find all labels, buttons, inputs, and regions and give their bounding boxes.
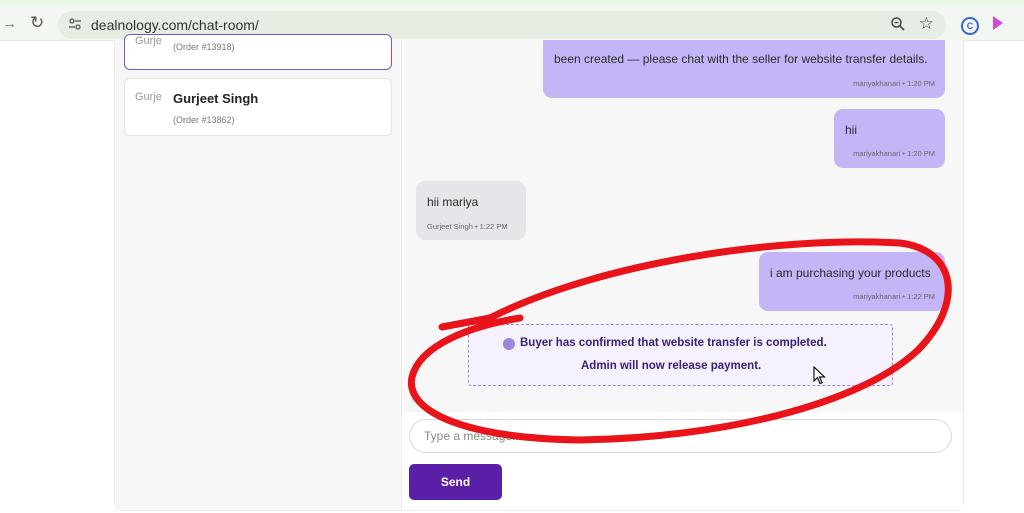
message-bubble: i am purchasing your products mariyakhan… [759, 252, 945, 311]
chat-room: Gurje (Order #13918) Gurje Gurjeet Singh… [114, 34, 964, 511]
message-meta: mariyakhanari • 1:22 PM [853, 292, 935, 301]
url-text[interactable]: dealnology.com/chat-room/ [91, 17, 259, 33]
contact-item[interactable]: Gurje (Order #13918) [124, 34, 392, 70]
contact-name: Gurjeet Singh [173, 91, 259, 106]
send-button[interactable]: Send [409, 464, 502, 500]
contact-order: (Order #13862) [173, 115, 235, 125]
message-text: hii mariya [427, 195, 479, 209]
star-icon[interactable]: ☆ [919, 14, 934, 34]
composer: Send [402, 412, 963, 510]
message-bubble: been created — please chat with the sell… [543, 40, 945, 98]
reload-icon[interactable]: ↻ [30, 13, 44, 33]
status-dot-icon [503, 338, 515, 350]
message-bubble: hii mariyakhanari • 1:20 PM [834, 109, 945, 168]
extension-icon[interactable] [993, 16, 1003, 30]
message-text: been created — please chat with the sell… [554, 52, 928, 66]
message-text: hii [845, 123, 858, 137]
message-meta: Gurjeet Singh • 1:22 PM [427, 222, 508, 231]
mouse-cursor-icon [813, 366, 826, 385]
message-input[interactable] [409, 419, 952, 453]
avatar: Gurje [135, 91, 162, 103]
forward-icon[interactable]: → [2, 15, 17, 32]
contact-item[interactable]: Gurje Gurjeet Singh (Order #13862) [124, 78, 392, 136]
notice-line-1: Buyer has confirmed that website transfe… [520, 337, 827, 349]
message-bubble: hii mariya Gurjeet Singh • 1:22 PM [416, 181, 526, 240]
contacts-sidebar: Gurje (Order #13918) Gurje Gurjeet Singh… [115, 34, 402, 510]
message-meta: mariyakhanari • 1:20 PM [853, 79, 935, 88]
contact-order: (Order #13918) [173, 42, 235, 52]
avatar: Gurje [135, 35, 162, 47]
zoom-icon[interactable] [890, 16, 906, 32]
notice-line-2: Admin will now release payment. [581, 360, 762, 372]
system-notice: Buyer has confirmed that website transfe… [468, 324, 893, 386]
message-text: i am purchasing your products [770, 266, 931, 280]
message-meta: mariyakhanari • 1:20 PM [853, 149, 935, 158]
extension-icon[interactable]: C [961, 17, 979, 35]
site-settings-icon[interactable] [68, 17, 82, 31]
